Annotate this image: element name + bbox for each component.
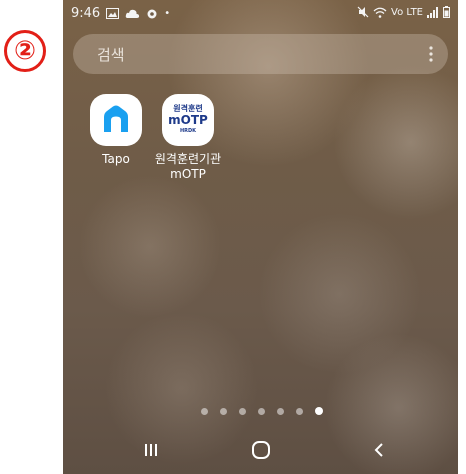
app-motp-label-line2: mOTP: [170, 167, 206, 181]
back-button[interactable]: [359, 436, 399, 464]
page-dot[interactable]: [239, 407, 246, 415]
wifi-icon: [373, 7, 387, 18]
page-dot[interactable]: [220, 407, 227, 415]
battery-icon: [443, 6, 450, 18]
page-dot[interactable]: [201, 407, 208, 415]
mute-icon: [357, 6, 369, 18]
more-notifications-icon: •: [164, 8, 171, 19]
page-dot[interactable]: [258, 407, 265, 415]
step-number-badge: ②: [4, 30, 46, 72]
recent-apps-icon: [145, 444, 157, 456]
page-dot[interactable]: [296, 407, 303, 415]
home-button[interactable]: [241, 436, 281, 464]
status-time: 9:46: [71, 6, 101, 21]
gallery-icon: [106, 8, 120, 19]
tapo-home-icon: [90, 94, 142, 146]
search-placeholder: 검색: [97, 46, 125, 64]
app-tapo[interactable]: Tapo: [76, 94, 156, 167]
app-notification-icon: [147, 9, 157, 18]
volte-label: Vo LTE: [391, 6, 423, 18]
motp-icon-text-mid: mOTP: [168, 113, 208, 127]
phone-screen: 9:46 • Vo LTE 검색 Tapo 원격훈련 mOTP HRDK 원격훈…: [63, 0, 458, 474]
status-bar: 9:46 • Vo LTE: [63, 0, 458, 26]
motp-icon-text-top: 원격훈련: [173, 104, 203, 113]
more-options-icon[interactable]: [428, 44, 434, 64]
page-indicator[interactable]: [201, 405, 341, 417]
page-dot[interactable]: [315, 407, 323, 415]
page-dot[interactable]: [277, 407, 284, 415]
cloud-icon: [125, 9, 140, 18]
navigation-bar: [63, 424, 458, 474]
search-bar[interactable]: 검색: [73, 34, 448, 74]
recent-apps-button[interactable]: [131, 436, 171, 464]
app-tapo-label: Tapo: [102, 152, 130, 166]
back-icon: [374, 443, 383, 457]
home-icon: [252, 441, 270, 459]
app-motp-label-line1: 원격훈련기관: [154, 152, 222, 166]
signal-icon: [427, 6, 438, 18]
motp-icon-text-bot: HRDK: [179, 128, 197, 134]
app-motp[interactable]: 원격훈련 mOTP HRDK 원격훈련기관 mOTP: [148, 94, 228, 182]
motp-icon: 원격훈련 mOTP HRDK: [162, 94, 214, 146]
